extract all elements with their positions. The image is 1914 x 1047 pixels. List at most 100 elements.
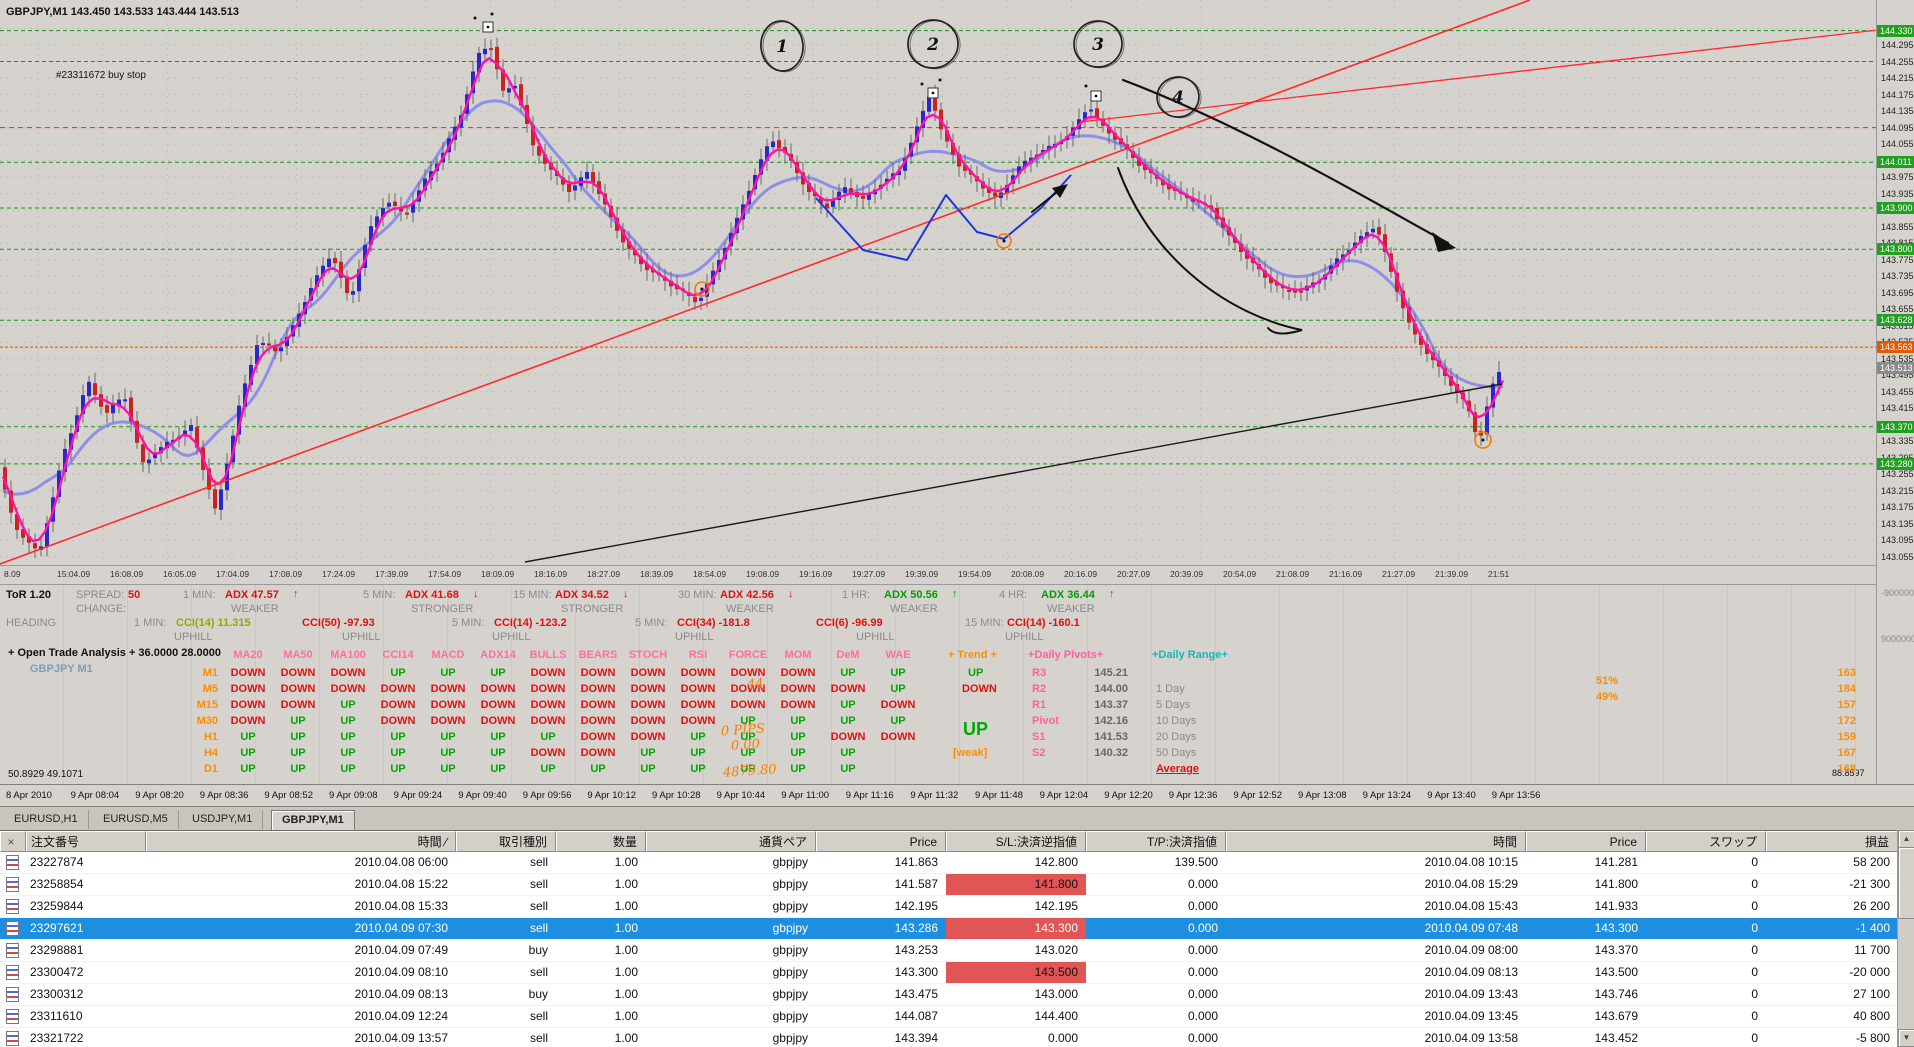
cci-value: CCI(50) -97.93 — [302, 617, 375, 629]
terminal-header-4[interactable]: 通貨ペア — [646, 831, 816, 852]
adx-value: ADX 42.56 — [720, 589, 774, 601]
inner-time-label: 20:27.09 — [1117, 569, 1151, 579]
adx-direction-arrow: ↑ — [293, 588, 299, 600]
chart-plot[interactable]: 1 2 34 — [0, 0, 1914, 566]
terminal-header-5[interactable]: Price — [816, 831, 946, 852]
adx-value: ADX 50.56 — [884, 589, 938, 601]
terminal-header-8[interactable]: 時間 — [1226, 831, 1526, 852]
chart-tab-eurusd-h1[interactable]: EURUSD,H1 — [4, 810, 89, 829]
terminal-header-1[interactable]: 時間 ∕ — [146, 831, 456, 852]
order-row-23300472[interactable]: 23300472 2010.04.09 08:10 sell 1.00 gbpjpy 14… — [0, 962, 1914, 984]
order-row-23258854[interactable]: 23258854 2010.04.08 15:22 sell 1.00 gbpjpy 14… — [0, 874, 1914, 896]
ota-cell: UP — [890, 715, 906, 727]
order-row-23227874[interactable]: 23227874 2010.04.08 06:00 sell 1.00 gbpjpy 14… — [0, 852, 1914, 874]
inner-time-label: 18:27.09 — [587, 569, 621, 579]
order-cell-4: gbpjpy — [772, 899, 808, 913]
inner-time-label: 18:16.09 — [534, 569, 568, 579]
ota-cell: DOWN — [280, 667, 316, 679]
ota-cell: UP — [840, 747, 856, 759]
order-row-23298881[interactable]: 23298881 2010.04.09 07:49 buy 1.00 gbpjpy 143… — [0, 940, 1914, 962]
ota-column-header: ADX14 — [480, 649, 516, 661]
ota-cell: UP — [490, 747, 506, 759]
time-axis-label: 9 Apr 13:24 — [1362, 790, 1412, 801]
adx-state-label: WEAKER — [890, 603, 938, 615]
cci-timeframe-label: 5 MIN: — [452, 617, 485, 629]
ota-cell: UP — [390, 667, 406, 679]
order-cell-7: 0.000 — [1187, 1009, 1218, 1023]
terminal-header-9[interactable]: Price — [1526, 831, 1646, 852]
chart-tab-bar: EURUSD,H1 EURUSD,M5 USDJPY,M1 GBPJPY,M1 — [0, 806, 1914, 831]
terminal-header-10[interactable]: スワップ — [1646, 831, 1766, 852]
time-axis-label: 9 Apr 10:44 — [716, 790, 766, 801]
range-percent: 49% — [1596, 691, 1619, 703]
chart-tab-eurusd-m5[interactable]: EURUSD,M5 — [93, 810, 179, 829]
range-value: 157 — [1837, 699, 1856, 711]
terminal-header-3[interactable]: 数量 — [556, 831, 646, 852]
order-row-23300312[interactable]: 23300312 2010.04.09 08:13 buy 1.00 gbpjpy 143… — [0, 984, 1914, 1006]
order-cell-9: 141.800 — [1594, 877, 1638, 891]
ota-cell: DOWN — [230, 715, 266, 727]
terminal-header-0[interactable]: 注文番号 — [26, 831, 146, 852]
ota-cell: DOWN — [230, 667, 266, 679]
order-row-23259844[interactable]: 23259844 2010.04.08 15:33 sell 1.00 gbpjpy 14… — [0, 896, 1914, 918]
ota-cell: UP — [490, 667, 506, 679]
terminal-header-row: × 注文番号 時間 ∕ 取引種別 数量 通貨ペア Price S/L:決済逆指値 T/P:決済指… — [0, 831, 1914, 852]
order-cell-8: 2010.04.09 13:45 — [1424, 1009, 1518, 1023]
pivot-label: Pivot — [1032, 715, 1059, 727]
ota-cell: DOWN — [480, 683, 516, 695]
order-cell-1: 2010.04.08 15:22 — [354, 877, 448, 891]
order-cell-5: 143.253 — [894, 943, 938, 957]
order-cell-10: 0 — [1751, 855, 1758, 869]
terminal-header-6[interactable]: S/L:決済逆指値 — [946, 831, 1086, 852]
chart-tab-usdjpy-m1[interactable]: USDJPY,M1 — [182, 810, 264, 829]
ota-cell: UP — [340, 731, 356, 743]
terminal-header-11[interactable]: 損益 — [1766, 831, 1898, 852]
order-cell-4: gbpjpy — [772, 855, 808, 869]
inner-time-label: 16:08.09 — [110, 569, 144, 579]
order-cell-3: 1.00 — [614, 987, 638, 1001]
order-cell-5: 141.587 — [894, 877, 938, 891]
price-tick-label: 144.255 — [1881, 56, 1914, 67]
order-row-23297621[interactable]: 23297621 2010.04.09 07:30 sell 1.00 gbpjpy 14… — [0, 918, 1914, 940]
order-row-23311610[interactable]: 23311610 2010.04.09 12:24 sell 1.00 gbpjpy 14… — [0, 1006, 1914, 1028]
ota-column-header: BEARS — [578, 649, 618, 661]
terminal-scrollbar[interactable]: ▲ ▼ — [1897, 830, 1914, 1047]
pivot-label: S2 — [1032, 747, 1046, 759]
ota-cell: UP — [640, 763, 656, 775]
order-cell-5: 144.087 — [894, 1009, 938, 1023]
order-cell-3: 1.00 — [614, 899, 638, 913]
time-axis-label: 9 Apr 09:24 — [393, 790, 443, 801]
range-label: 1 Day — [1156, 683, 1185, 695]
terminal-header-7[interactable]: T/P:決済指値 — [1086, 831, 1226, 852]
terminal-header-2[interactable]: 取引種別 — [456, 831, 556, 852]
scroll-thumb[interactable] — [1898, 847, 1914, 919]
cci-state-label: UPHILL — [342, 631, 381, 643]
pivot-value: 144.00 — [1094, 683, 1128, 695]
ota-cell: UP — [790, 715, 806, 727]
ota-column-header: BULLS — [529, 649, 567, 661]
pivot-value: 142.16 — [1094, 715, 1128, 727]
order-cell-9: 143.679 — [1594, 1009, 1638, 1023]
order-cell-3: 1.00 — [614, 943, 638, 957]
ota-cell: UP — [240, 731, 256, 743]
terminal-close-button[interactable]: × — [0, 831, 26, 852]
dot-marker — [1481, 438, 1485, 442]
order-cell-4: gbpjpy — [772, 921, 808, 935]
price-tick-label: 143.935 — [1881, 188, 1914, 199]
order-cell-2: buy — [528, 987, 548, 1001]
order-cell-7: 0.000 — [1187, 965, 1218, 979]
scroll-up-button[interactable]: ▲ — [1898, 830, 1914, 848]
ota-cell: DOWN — [630, 667, 666, 679]
order-cell-6: 143.020 — [1034, 943, 1078, 957]
order-cell-1: 2010.04.08 06:00 — [354, 855, 448, 869]
ota-cell: UP — [840, 715, 856, 727]
order-cell-7: 0.000 — [1187, 1031, 1218, 1045]
chart-tab-gbpjpy-m1[interactable]: GBPJPY,M1 — [271, 810, 355, 831]
order-row-23321722[interactable]: 23321722 2010.04.09 13:57 sell 1.00 gbpjpy 14… — [0, 1028, 1914, 1047]
order-cell-7: 139.500 — [1174, 855, 1218, 869]
scroll-down-button[interactable]: ▼ — [1898, 1029, 1914, 1047]
order-cell-7: 0.000 — [1187, 899, 1218, 913]
order-cell-3: 1.00 — [614, 877, 638, 891]
ota-cell: DOWN — [830, 683, 866, 695]
order-cell-8: 2010.04.09 08:13 — [1424, 965, 1518, 979]
